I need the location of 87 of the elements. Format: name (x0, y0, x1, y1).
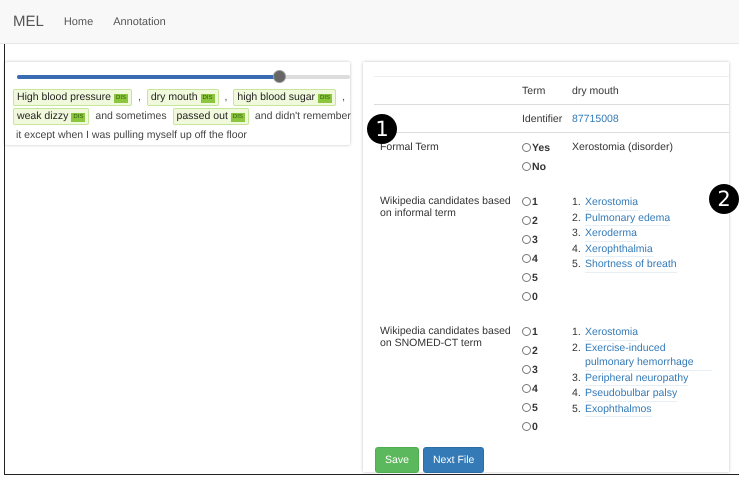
slider-thumb[interactable] (273, 70, 286, 83)
field-label: Term (522, 85, 546, 97)
radio-option[interactable]: 4 (522, 252, 572, 265)
radio-option[interactable]: 5 (522, 401, 572, 414)
radio-option[interactable]: 2 (522, 214, 572, 227)
entity-text: passed out (176, 110, 228, 122)
formal-term-value: Xerostomia (disorder) (572, 141, 674, 155)
radio-label: 0 (532, 420, 538, 432)
passage-text: , (138, 91, 141, 103)
next-button[interactable]: Next File (422, 447, 484, 473)
radio-label: 1 (532, 196, 538, 208)
list-number: 5. (572, 402, 582, 416)
candidate-link[interactable]: Xeroderma (585, 226, 637, 242)
identifier-link[interactable]: 87715008 (572, 113, 729, 125)
radio-label: 1 (532, 326, 538, 338)
radio-option[interactable]: 5 (522, 271, 572, 284)
brand-link[interactable]: MEL (13, 13, 44, 30)
entity-text: High blood pressure (17, 91, 111, 103)
radio-icon[interactable] (522, 254, 531, 263)
radio-icon[interactable] (522, 273, 531, 282)
candidate-link[interactable]: Shortness of breath (585, 257, 677, 272)
radio-icon[interactable] (522, 292, 531, 301)
radio-option[interactable]: 2 (522, 344, 572, 357)
passage-text: and didn't remember (254, 110, 351, 122)
radio-label: 2 (532, 344, 538, 356)
radio-label: 5 (532, 402, 538, 414)
radio-label: 5 (532, 272, 538, 284)
radio-option[interactable]: 0 (522, 420, 572, 433)
passage-text: , (342, 91, 345, 103)
list-number: 4. (572, 386, 582, 401)
field-label: Wikipedia candidates based on SNOMED-CT term (379, 325, 512, 351)
radio-icon[interactable] (522, 365, 531, 374)
entity-text: weak dizzy (17, 110, 68, 122)
list-number: 5. (572, 257, 582, 272)
candidate-link[interactable]: Xerophthalmia (585, 242, 653, 257)
candidate-link[interactable]: Peripheral neuropathy (585, 370, 688, 386)
passage-text: it except when I was pulling myself up off the floor (16, 129, 247, 141)
radio-icon[interactable] (522, 384, 531, 393)
list-number: 1. (572, 195, 582, 210)
candidate-link[interactable]: Xerostomia (585, 195, 638, 210)
passage-text: and sometimes (95, 110, 167, 122)
radio-label: 0 (532, 290, 538, 302)
entity-text: high blood sugar (237, 91, 316, 103)
passage-text: , (224, 91, 228, 103)
radio-option[interactable]: 4 (522, 382, 572, 395)
candidate-link[interactable]: Exophthalmos (585, 402, 652, 417)
field-label: Wikipedia candidates based on informal term (379, 195, 512, 221)
candidate-link[interactable]: Xerostomia (585, 325, 638, 340)
list-number: 2. (572, 210, 582, 226)
field-label: Formal Term (379, 141, 440, 155)
radio-icon[interactable] (522, 197, 531, 206)
radio-icon[interactable] (522, 162, 531, 171)
radio-icon[interactable] (522, 327, 531, 336)
entity-text: dry mouth (150, 91, 198, 103)
list-number: 4. (572, 242, 582, 256)
radio-label: 4 (532, 382, 538, 394)
candidate-link[interactable]: Pulmonary edema (585, 210, 670, 226)
radio-option[interactable]: Yes (522, 141, 572, 154)
field-label: Identifier (522, 113, 564, 125)
slider[interactable] (17, 70, 350, 83)
radio-option[interactable]: 1 (522, 325, 572, 338)
nav-link[interactable]: Annotation (113, 16, 166, 28)
radio-option[interactable]: No (522, 160, 572, 173)
radio-icon[interactable] (522, 422, 531, 431)
list-number: 3. (572, 226, 582, 241)
radio-label: Yes (532, 142, 550, 154)
radio-icon[interactable] (522, 235, 531, 244)
radio-option[interactable]: 3 (522, 233, 572, 246)
radio-label: 4 (532, 252, 538, 264)
radio-option[interactable]: 0 (522, 290, 572, 303)
radio-icon[interactable] (522, 403, 531, 412)
radio-icon[interactable] (522, 346, 531, 355)
term-value: dry mouth (572, 85, 620, 97)
radio-label: 2 (532, 214, 538, 226)
radio-icon[interactable] (522, 143, 531, 152)
radio-option[interactable]: 3 (522, 363, 572, 376)
list-number: 3. (572, 370, 582, 386)
radio-option[interactable]: 1 (522, 195, 572, 208)
candidate-link[interactable]: Pseudobulbar palsy (585, 386, 678, 402)
radio-label: No (532, 160, 546, 172)
radio-label: 3 (532, 364, 538, 376)
radio-icon[interactable] (522, 216, 531, 225)
nav-link[interactable]: Home (64, 16, 94, 28)
radio-label: 3 (532, 234, 538, 246)
candidate-link[interactable]: Exercise-induced pulmonary hemorrhage (585, 340, 712, 370)
list-number: 1. (572, 325, 582, 340)
list-number: 2. (572, 340, 582, 356)
